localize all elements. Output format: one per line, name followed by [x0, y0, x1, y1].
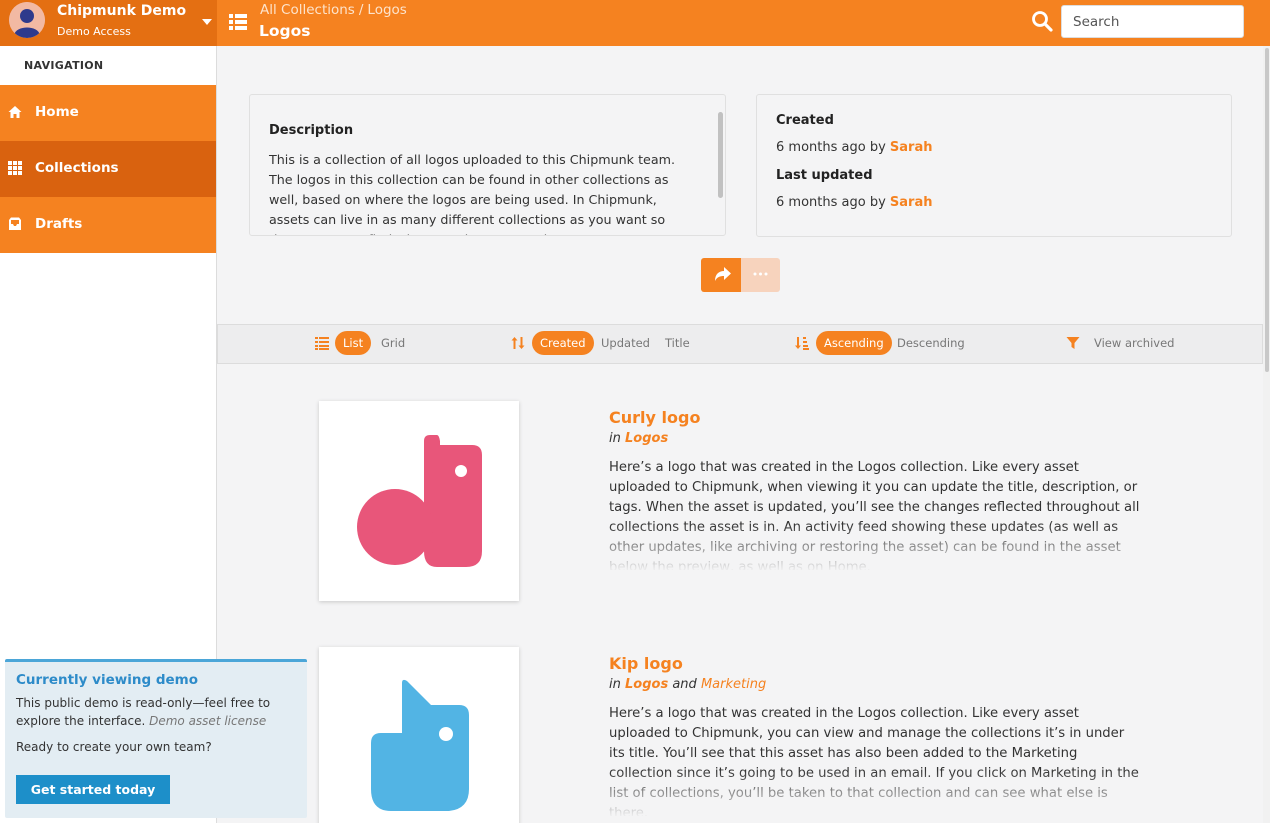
sidebar-item-drafts[interactable]: Drafts — [0, 197, 216, 253]
breadcrumb-separator: / — [358, 2, 364, 18]
chevron-down-icon — [202, 19, 212, 25]
get-started-button[interactable]: Get started today — [16, 775, 170, 804]
breadcrumb: All Collections / Logos — [260, 2, 407, 18]
description-heading: Description — [269, 123, 354, 138]
view-archived-link[interactable]: View archived — [1094, 336, 1174, 350]
page-title: Logos — [259, 22, 311, 40]
avatar — [9, 2, 45, 38]
updated-time: 6 months ago — [776, 195, 866, 210]
created-time: 6 months ago — [776, 140, 866, 155]
updated-by-user[interactable]: Sarah — [890, 195, 933, 210]
ellipsis-icon — [753, 272, 768, 276]
asset-row: Kip logo in Logos and Marketing Here’s a… — [217, 647, 1263, 823]
sidebar: NAVIGATION Home Collections Drafts Curre… — [0, 46, 307, 823]
list-view-icon — [315, 337, 329, 350]
account-subtitle: Demo Access — [57, 25, 131, 38]
search-icon[interactable] — [1031, 10, 1053, 32]
sidebar-item-label: Drafts — [35, 216, 83, 232]
description-scrollbar[interactable] — [718, 112, 723, 198]
sort-ascending-icon — [795, 337, 809, 350]
account-name: Chipmunk Demo — [57, 3, 187, 19]
share-arrow-icon — [715, 267, 731, 281]
nav-list: Home Collections Drafts — [0, 85, 216, 253]
created-by-prefix: by — [869, 140, 886, 155]
sidebar-item-label: Collections — [35, 160, 119, 176]
asset-description: Here’s a logo that was created in the Lo… — [609, 458, 1144, 570]
created-info: 6 months ago by Sarah — [776, 140, 933, 155]
home-icon — [8, 106, 22, 118]
updated-by-prefix: by — [869, 195, 886, 210]
asset-collections: in Logos — [609, 431, 668, 446]
asset-collection-link[interactable]: Logos — [625, 677, 668, 692]
updated-label: Last updated — [776, 168, 873, 183]
filter-icon — [1066, 337, 1080, 349]
order-descending-toggle[interactable]: Descending — [889, 331, 973, 355]
updated-info: 6 months ago by Sarah — [776, 195, 933, 210]
share-button[interactable] — [701, 258, 741, 292]
more-options-button[interactable] — [741, 258, 780, 292]
asset-title[interactable]: Kip logo — [609, 654, 683, 673]
asset-description: Here’s a logo that was created in the Lo… — [609, 704, 1144, 816]
sort-updated-toggle[interactable]: Updated — [593, 331, 658, 355]
asset-thumbnail[interactable] — [319, 647, 519, 823]
sort-arrows-icon — [511, 337, 525, 349]
breadcrumb-all-collections[interactable]: All Collections — [260, 2, 355, 18]
asset-collections: in Logos and Marketing — [609, 677, 766, 692]
view-grid-toggle[interactable]: Grid — [373, 331, 413, 355]
asset-collection-joiner: and — [672, 677, 697, 692]
page-scrollbar-thumb[interactable] — [1265, 48, 1269, 372]
asset-row: Curly logo in Logos Here’s a logo that w… — [217, 401, 1263, 611]
nav-heading: NAVIGATION — [24, 59, 104, 72]
sidebar-item-label: Home — [35, 104, 79, 120]
asset-title[interactable]: Curly logo — [609, 408, 700, 427]
search-input[interactable] — [1061, 5, 1244, 38]
metadata-card: Created 6 months ago by Sarah Last updat… — [756, 94, 1232, 237]
user-avatar-icon — [9, 2, 45, 38]
description-text: This is a collection of all logos upload… — [269, 152, 676, 235]
kip-logo-icon — [371, 679, 469, 811]
account-switcher[interactable]: Chipmunk Demo Demo Access — [0, 0, 217, 46]
view-toolbar: List Grid Created Updated Title Ascendin… — [217, 324, 1263, 364]
inbox-icon — [9, 217, 21, 230]
asset-in-prefix: in — [609, 431, 621, 446]
top-bar: Chipmunk Demo Demo Access All Collection… — [0, 0, 1270, 46]
order-ascending-toggle[interactable]: Ascending — [816, 331, 892, 355]
asset-collection-link[interactable]: Marketing — [701, 677, 766, 692]
asset-in-prefix: in — [609, 677, 621, 692]
created-label: Created — [776, 113, 834, 128]
asset-thumbnail[interactable] — [319, 401, 519, 601]
view-list-toggle[interactable]: List — [335, 331, 372, 355]
curly-logo-icon — [357, 435, 482, 567]
list-menu-icon[interactable] — [229, 13, 247, 31]
grid-icon — [8, 161, 22, 175]
asset-collection-link[interactable]: Logos — [625, 431, 668, 446]
sort-created-toggle[interactable]: Created — [532, 331, 594, 355]
sidebar-item-collections[interactable]: Collections — [0, 141, 216, 197]
created-by-user[interactable]: Sarah — [890, 140, 933, 155]
sidebar-item-home[interactable]: Home — [0, 85, 216, 141]
breadcrumb-current: Logos — [367, 2, 407, 18]
demo-notice-title: Currently viewing demo — [16, 672, 198, 688]
demo-notice-question: Ready to create your own team? — [16, 740, 212, 754]
sort-title-toggle[interactable]: Title — [657, 331, 698, 355]
description-card: Description This is a collection of all … — [249, 94, 726, 236]
